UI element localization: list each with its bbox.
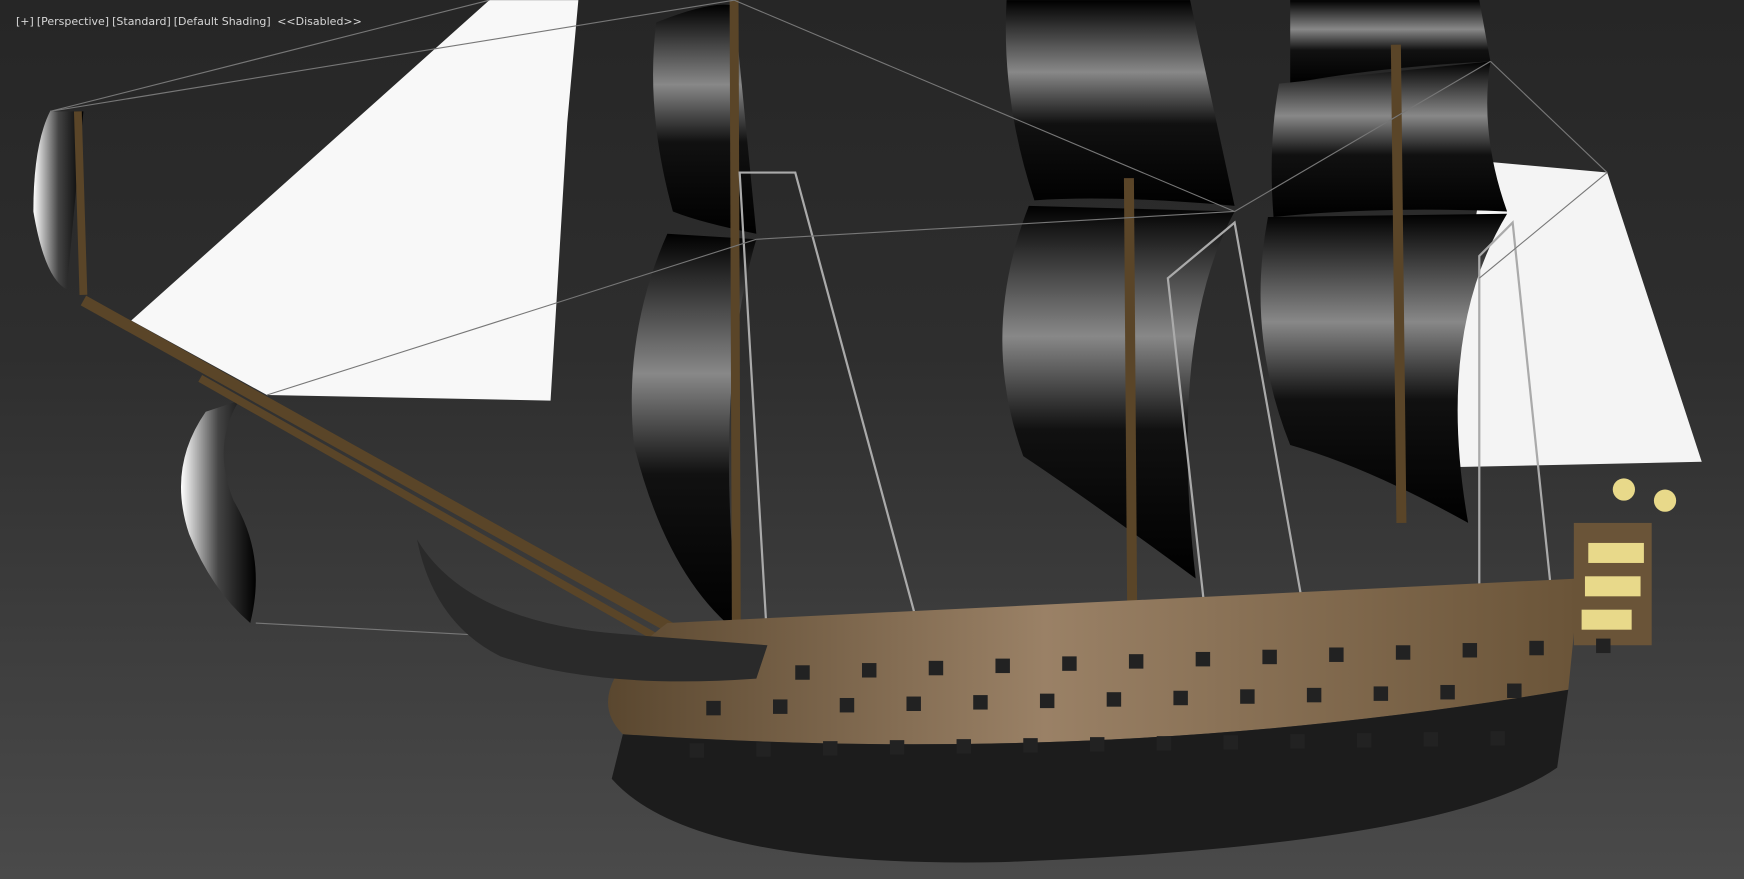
viewport-plus-menu[interactable]: [+] <box>16 15 34 28</box>
gun-port <box>1596 638 1611 654</box>
gun-port <box>1173 690 1188 706</box>
gun-port <box>1156 736 1172 751</box>
gun-port <box>1423 732 1439 747</box>
gun-port <box>706 700 721 716</box>
viewport-disabled-menu[interactable]: <<Disabled>> <box>274 15 362 28</box>
main-course-sail <box>1002 205 1235 579</box>
gun-port <box>823 741 838 756</box>
gun-port <box>1329 647 1344 662</box>
gun-port <box>1223 735 1238 750</box>
jib-sail <box>131 0 579 401</box>
gun-port <box>773 699 788 714</box>
mizzen-upper-sail <box>1271 61 1508 218</box>
gun-port <box>1373 686 1389 701</box>
stern-lantern <box>1612 478 1635 501</box>
gun-port <box>1290 734 1305 749</box>
gun-port <box>839 697 855 713</box>
gun-port <box>1090 737 1105 752</box>
viewport-point-of-view-menu[interactable]: [Perspective] <box>37 15 109 28</box>
gun-port <box>906 696 921 711</box>
gun-port <box>861 663 877 678</box>
gun-port <box>795 665 810 680</box>
gun-port <box>1195 651 1211 667</box>
stern-lantern <box>1653 489 1677 512</box>
gun-port <box>1490 731 1505 746</box>
gun-port <box>1462 643 1478 658</box>
gun-port <box>973 695 988 710</box>
gun-port <box>1023 738 1038 753</box>
gun-port <box>1507 683 1522 698</box>
gun-port <box>756 742 771 757</box>
gun-port <box>1062 656 1077 671</box>
spritsail <box>180 400 256 624</box>
viewport-shading-menu[interactable]: [Default Shading] <box>174 15 271 28</box>
gun-port <box>928 660 944 676</box>
gun-port <box>1306 687 1322 703</box>
ship-model-render <box>33 0 1702 863</box>
viewport-label-menu: [+] [Perspective] [Standard] [Default Shadi… <box>2 2 365 41</box>
gun-port <box>1395 645 1411 660</box>
gun-port <box>1440 684 1455 700</box>
gun-port <box>1039 693 1055 709</box>
gun-port <box>1529 640 1544 656</box>
gun-port <box>689 743 705 758</box>
gun-port <box>1128 654 1144 669</box>
gun-port <box>889 740 905 755</box>
gun-port <box>1356 733 1372 748</box>
viewport-standard-menu[interactable]: [Standard] <box>112 15 171 28</box>
gun-port <box>1240 689 1255 704</box>
main-topsail <box>1005 0 1235 206</box>
gun-port <box>1106 692 1122 707</box>
gun-port <box>995 658 1010 674</box>
gun-port <box>956 739 971 754</box>
perspective-viewport[interactable]: [+] [Perspective] [Standard] [Default Shadi… <box>0 0 1744 879</box>
gun-port <box>1262 649 1277 665</box>
